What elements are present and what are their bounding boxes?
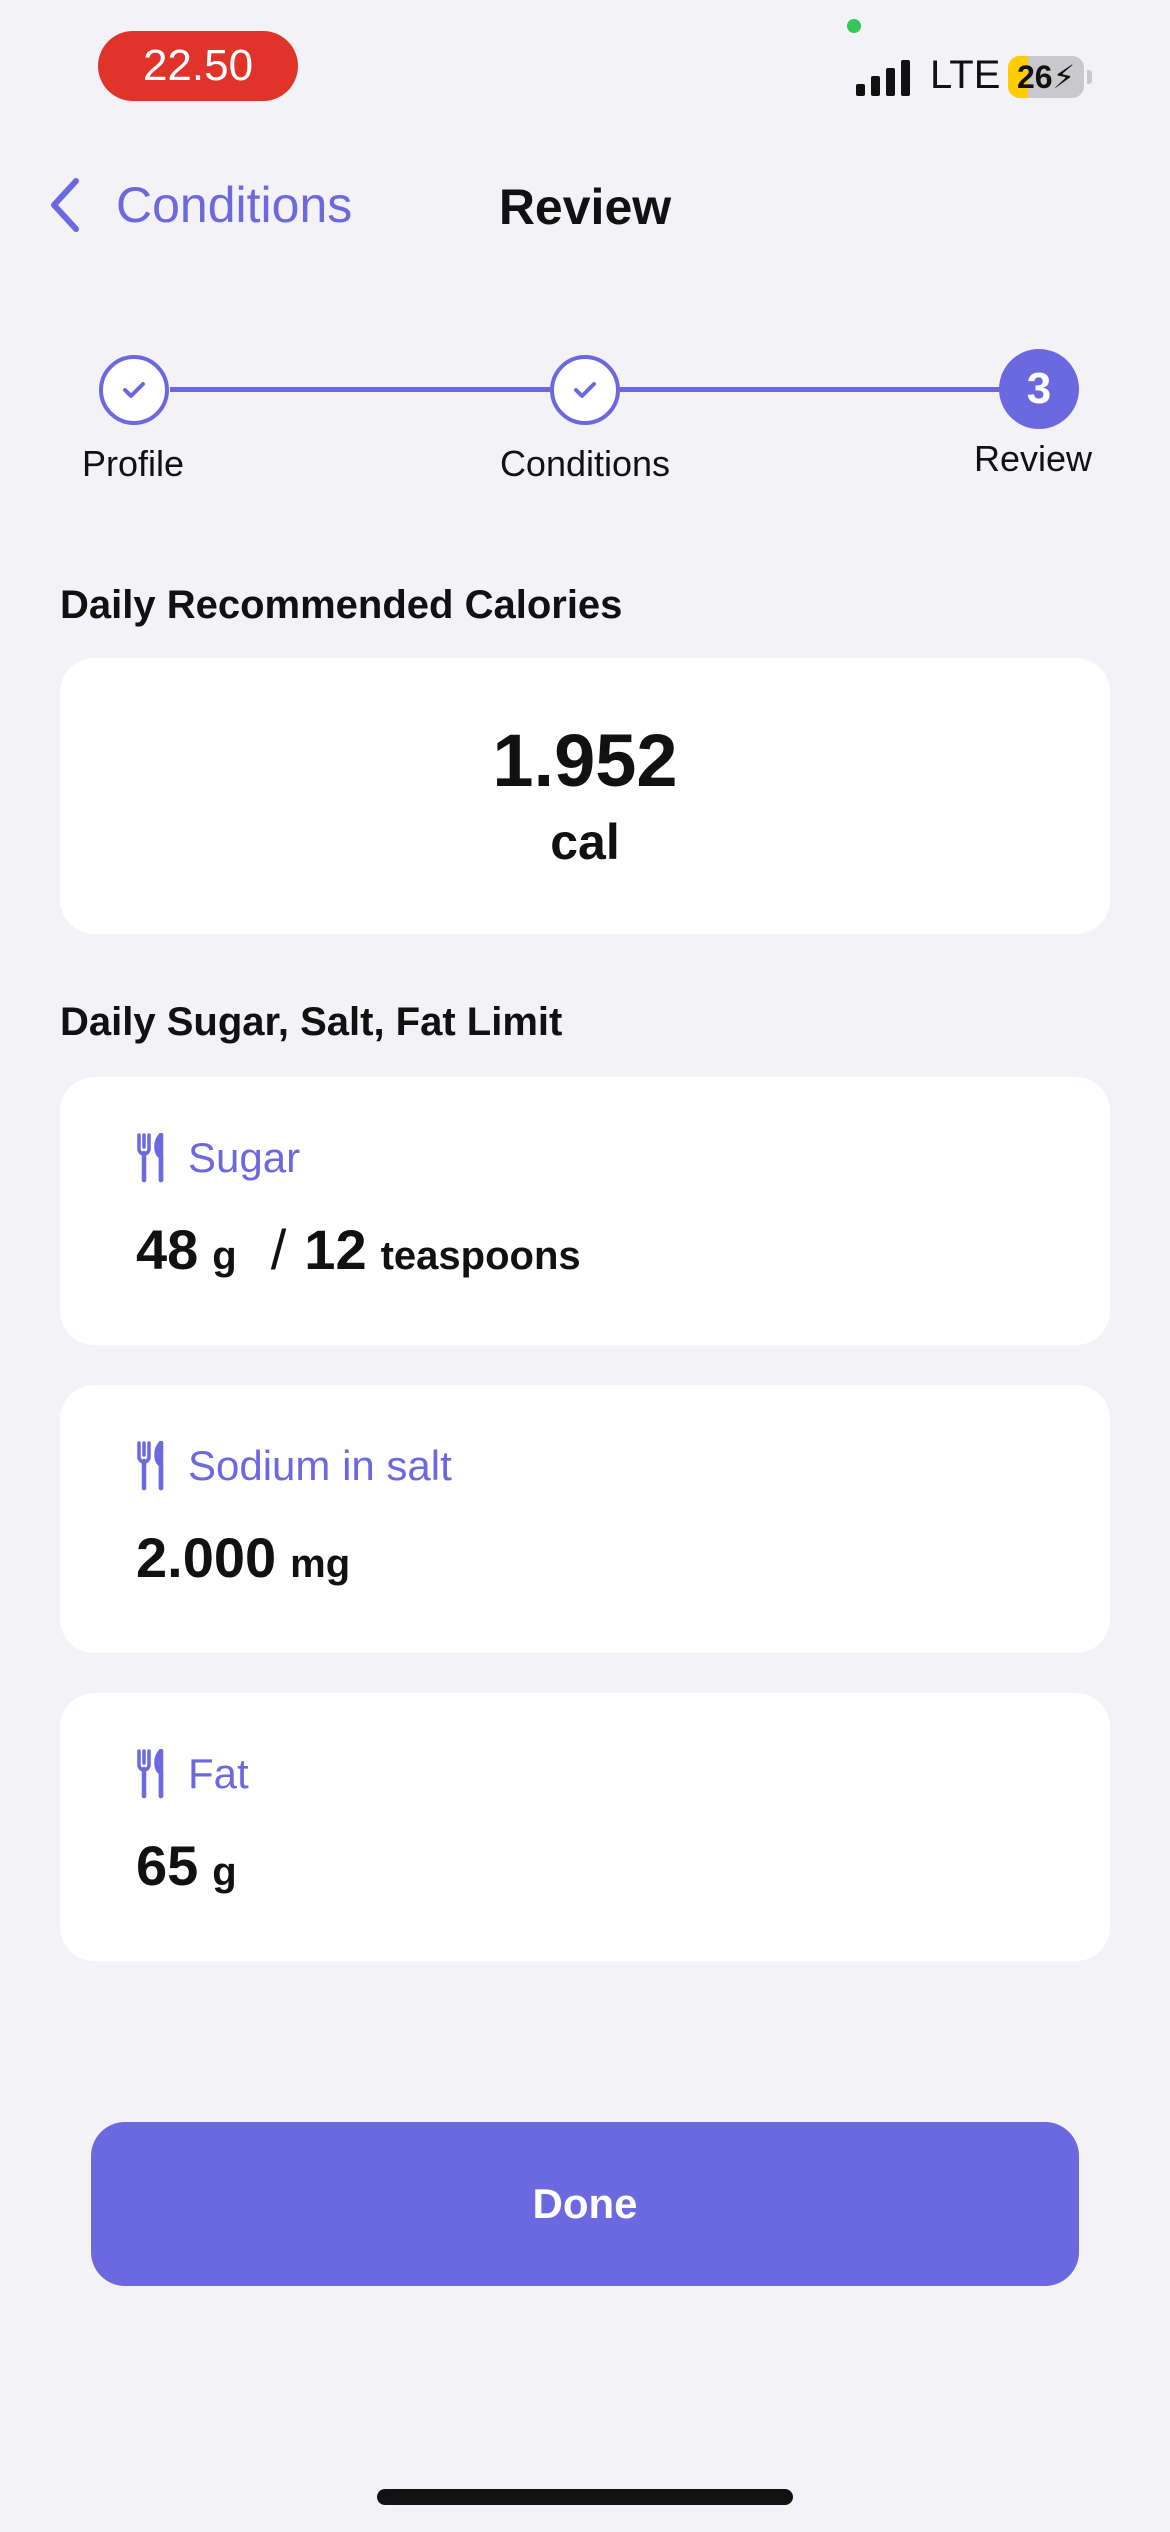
sodium-unit: mg [290,1542,351,1586]
sugar-card: Sugar 48 g / 12 teaspoons [60,1077,1110,1345]
calories-value: 1.952 [492,719,678,802]
sugar-separator: / [270,1218,287,1281]
sugar-grams-unit: g [212,1234,237,1278]
step-review-label: Review [973,438,1093,479]
step-conditions-label: Conditions [499,443,671,484]
calories-unit: cal [550,814,620,870]
signal-icon [856,58,910,96]
fork-knife-icon [137,1749,164,1799]
checkmark-icon [574,382,596,398]
calories-section-title: Daily Recommended Calories [60,583,623,627]
step-profile-label: Profile [81,443,185,484]
sugar-grams-value: 48 [136,1218,199,1281]
page-title: Review [498,179,672,235]
fat-card: Fat 65 g [60,1693,1110,1961]
limits-section-title: Daily Sugar, Salt, Fat Limit [60,1000,563,1044]
fat-label: Fat [188,1750,249,1797]
battery-cap [1087,70,1092,84]
calories-card: 1.952 cal [60,658,1110,934]
done-button-label: Done [532,2180,638,2227]
step-profile-circle[interactable] [99,355,169,425]
status-time: 22.50 [98,31,298,101]
sodium-card: Sodium in salt 2.000 mg [60,1385,1110,1653]
battery-percent: 26 [1016,58,1053,95]
sugar-teaspoons-value: 12 [304,1218,367,1281]
step-review-circle[interactable]: 3 [999,349,1079,429]
stepper-connector-2 [620,387,1010,392]
home-indicator[interactable] [377,2489,793,2505]
fat-value: 65 [136,1834,199,1897]
battery-icon: 26 ⚡ [1008,56,1084,98]
charging-bolt-icon: ⚡ [1052,59,1076,95]
fork-knife-icon [137,1133,164,1183]
checkmark-icon [123,382,145,398]
network-type: LTE [930,53,1001,97]
done-button[interactable]: Done [91,2122,1079,2286]
fat-unit: g [212,1850,237,1894]
fork-knife-icon [137,1441,164,1491]
step-review-number: 3 [1026,364,1052,413]
sodium-label: Sodium in salt [188,1442,452,1489]
camera-indicator-dot [847,19,861,33]
stepper-connector-1 [170,387,550,392]
sodium-value: 2.000 [136,1526,277,1589]
step-conditions-circle[interactable] [550,355,620,425]
sugar-teaspoons-unit: teaspoons [380,1234,581,1278]
sugar-label: Sugar [188,1134,301,1181]
